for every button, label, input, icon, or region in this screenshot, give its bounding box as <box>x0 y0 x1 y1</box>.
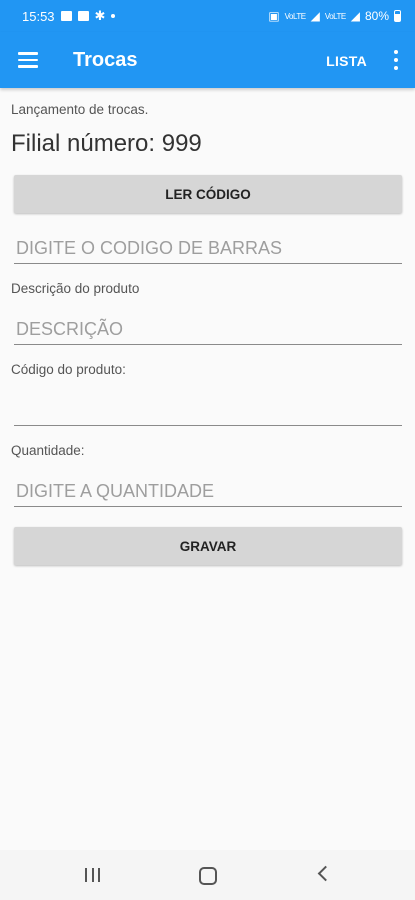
quantity-label: Quantidade: <box>11 443 85 458</box>
app-title: Trocas <box>73 49 138 71</box>
battery-icon <box>394 10 401 22</box>
description-label: Descrição do produto <box>11 281 140 296</box>
save-button[interactable]: GRAVAR <box>14 527 402 565</box>
gallery-notification-icon <box>60 11 72 21</box>
scan-code-button[interactable]: LER CÓDIGO <box>14 175 402 213</box>
more-notifications-icon <box>111 14 116 18</box>
quantity-input[interactable]: DIGITE A QUANTIDADE <box>14 475 402 507</box>
recent-apps-icon[interactable] <box>85 868 100 882</box>
home-icon[interactable] <box>199 867 217 885</box>
system-nav-bar <box>0 850 415 900</box>
menu-icon[interactable] <box>18 52 38 68</box>
settings-notification-icon: ✱ <box>94 8 106 23</box>
signal-icon-2: ◢ <box>350 9 360 23</box>
back-icon[interactable] <box>317 865 334 882</box>
app-bar: Trocas LISTA <box>0 32 415 88</box>
volte-icon-1: VoLTE <box>284 11 306 21</box>
status-time: 15:53 <box>22 8 55 24</box>
more-vert-icon[interactable] <box>393 50 399 70</box>
status-bar: 15:53 ✱ ▣ VoLTE ◢ VoLTE ◢ 80% <box>0 0 415 32</box>
volte-icon-2: VoLTE <box>324 11 346 21</box>
product-code-input[interactable] <box>14 394 402 426</box>
lista-button[interactable]: LISTA <box>326 53 367 69</box>
nfc-icon: ▣ <box>268 9 280 23</box>
description-input[interactable]: DESCRIÇÃO <box>14 313 402 345</box>
barcode-input[interactable]: DIGITE O CODIGO DE BARRAS <box>14 232 402 264</box>
battery-percent: 80% <box>364 9 389 23</box>
branch-number: Filial número: 999 <box>11 130 202 157</box>
product-code-label: Código do produto: <box>11 362 126 377</box>
signal-icon-1: ◢ <box>310 9 320 23</box>
page-subtitle: Lançamento de trocas. <box>11 102 149 117</box>
youtube-notification-icon <box>77 11 89 21</box>
